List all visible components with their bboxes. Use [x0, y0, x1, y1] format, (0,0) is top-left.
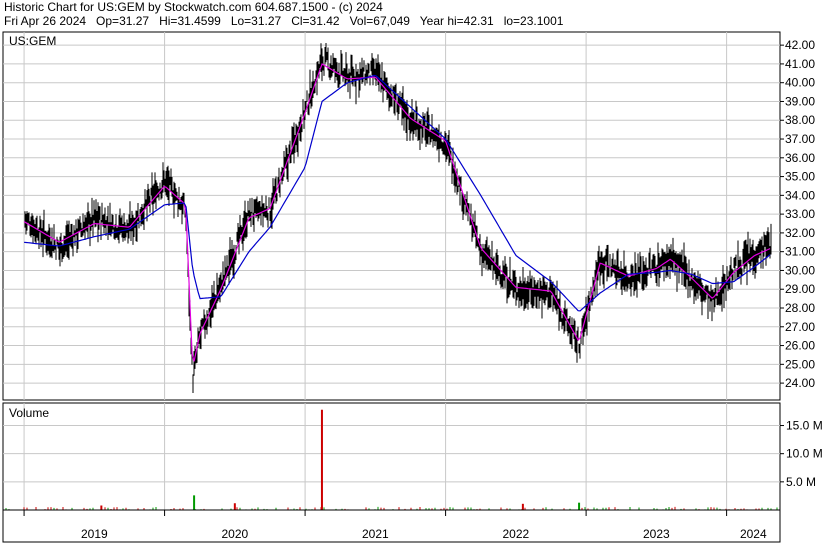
volume-tick-label: 10.0 M — [786, 447, 823, 461]
year-label: 2021 — [362, 527, 389, 541]
price-tick-label: 40.00 — [785, 76, 815, 90]
year-label: 2019 — [81, 527, 108, 541]
year-label: 2024 — [740, 527, 767, 541]
price-tick-label: 39.00 — [785, 94, 815, 108]
price-y-axis: 24.00 25.00 26.00 27.00 28.00 29.00 30.00 31.00… — [780, 38, 815, 390]
symbol-label: US:GEM — [9, 34, 56, 48]
price-tick-label: 27.00 — [785, 320, 815, 334]
price-tick-label: 28.00 — [785, 301, 815, 315]
year-label: 2023 — [643, 527, 670, 541]
year-label: 2022 — [502, 527, 529, 541]
price-tick-label: 35.00 — [785, 170, 815, 184]
price-tick-label: 36.00 — [785, 151, 815, 165]
price-tick-label: 42.00 — [785, 38, 815, 52]
price-tick-label: 31.00 — [785, 245, 815, 259]
volume-panel — [2, 402, 781, 511]
price-tick-label: 24.00 — [785, 376, 815, 390]
price-tick-label: 38.00 — [785, 113, 815, 127]
price-tick-label: 37.00 — [785, 132, 815, 146]
price-tick-label: 29.00 — [785, 282, 815, 296]
chart-canvas: 24.00 25.00 26.00 27.00 28.00 29.00 30.00 31.00… — [2, 31, 823, 543]
price-tick-label: 33.00 — [785, 207, 815, 221]
price-tick-label: 26.00 — [785, 339, 815, 353]
volume-tick-label: 15.0 M — [786, 419, 823, 433]
price-tick-label: 30.00 — [785, 263, 815, 277]
price-tick-label: 25.00 — [785, 357, 815, 371]
volume-label: Volume — [9, 406, 49, 420]
price-tick-label: 32.00 — [785, 226, 815, 240]
price-tick-label: 34.00 — [785, 188, 815, 202]
year-label: 2020 — [221, 527, 248, 541]
stock-chart-frame: Historic Chart for US:GEM by Stockwatch.… — [0, 0, 830, 543]
volume-y-axis: 5.0 M 10.0 M 15.0 M — [780, 419, 823, 489]
price-tick-label: 41.00 — [785, 57, 815, 71]
volume-tick-label: 5.0 M — [786, 475, 816, 489]
